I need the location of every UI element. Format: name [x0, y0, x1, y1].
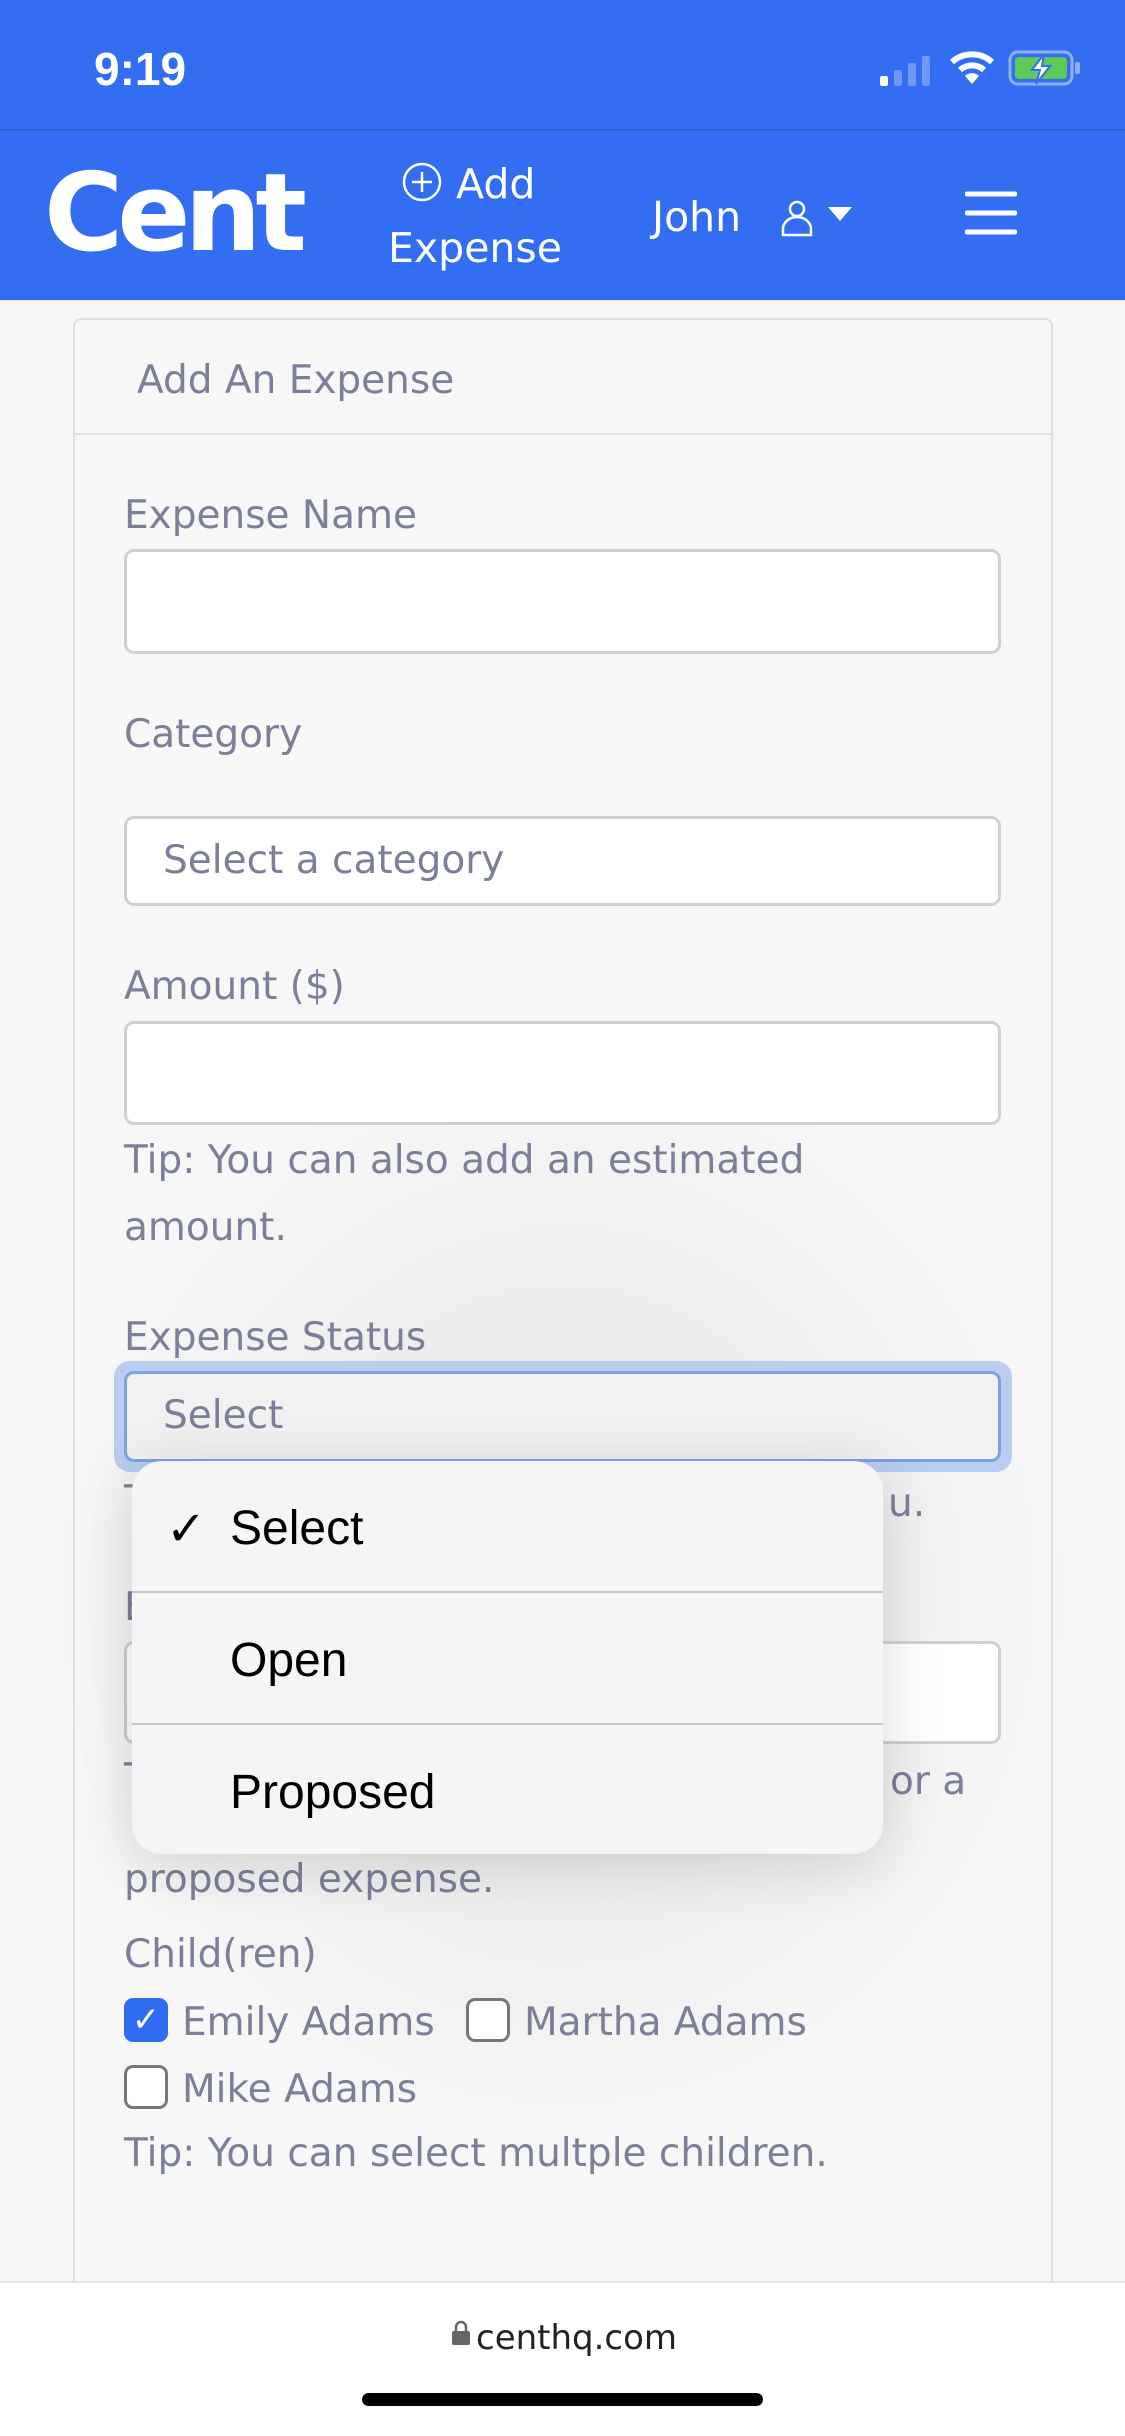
browser-bottom-bar [0, 2281, 1125, 2436]
user-menu[interactable]: John [650, 195, 870, 245]
child-label-emily[interactable]: Emily Adams [182, 2000, 435, 2045]
expense-status-label: Expense Status [124, 1315, 427, 1360]
amount-label: Amount ($) [124, 964, 345, 1009]
amount-tip-line2: amount. [124, 1205, 287, 1250]
expense-name-input[interactable] [124, 549, 1001, 654]
checkmark-icon: ✓ [166, 1503, 207, 1556]
battery-charging-icon [1008, 50, 1080, 86]
logo[interactable]: Cent [44, 160, 307, 268]
add-expense-link[interactable]: Add Expense [388, 160, 580, 280]
home-indicator [362, 2393, 763, 2406]
status-tip-fragment-end: u. [888, 1481, 926, 1526]
option-label: Proposed [230, 1766, 436, 1819]
plus-circle-icon [402, 162, 442, 202]
user-icon [781, 200, 813, 237]
expense-name-label: Expense Name [124, 493, 417, 538]
hamburger-menu-icon[interactable] [965, 190, 1017, 236]
child-label-mike[interactable]: Mike Adams [182, 2067, 417, 2112]
card-title: Add An Expense [137, 358, 455, 403]
child-label-martha[interactable]: Martha Adams [524, 2000, 807, 2045]
option-open[interactable]: Open [132, 1593, 883, 1724]
checkbox-emily[interactable]: ✓ [124, 1998, 168, 2042]
children-label: Child(ren) [124, 1932, 317, 1977]
checkbox-mike[interactable] [124, 2065, 168, 2109]
option-select[interactable]: ✓ Select [132, 1461, 883, 1592]
hidden-tip-line2: proposed expense. [124, 1857, 495, 1902]
amount-tip: Tip: You can also add an estimated [124, 1138, 805, 1183]
add-expense-label-2: Expense [388, 224, 562, 272]
option-label: Open [230, 1634, 348, 1687]
status-time: 9:19 [94, 43, 187, 95]
hidden-tip-fragment-end: or a [890, 1759, 967, 1804]
user-name: John [652, 193, 742, 241]
option-proposed[interactable]: Proposed [132, 1725, 883, 1854]
expense-status-value: Select [163, 1393, 284, 1438]
caret-down-icon [828, 207, 852, 221]
wifi-icon [950, 51, 994, 84]
children-tip: Tip: You can select multple children. [124, 2131, 828, 2176]
amount-input[interactable] [124, 1021, 1001, 1125]
checkbox-martha[interactable] [466, 1998, 510, 2042]
option-label: Select [230, 1502, 364, 1555]
category-select-value: Select a category [163, 838, 505, 883]
url-label[interactable]: centhq.com [476, 2318, 677, 2358]
lock-icon [452, 2320, 470, 2345]
status-dropdown-menu: ✓ Select Open Proposed [132, 1461, 883, 1854]
add-expense-label-1: Add [456, 160, 536, 208]
signal-icon [880, 56, 930, 86]
category-label: Category [124, 712, 303, 757]
